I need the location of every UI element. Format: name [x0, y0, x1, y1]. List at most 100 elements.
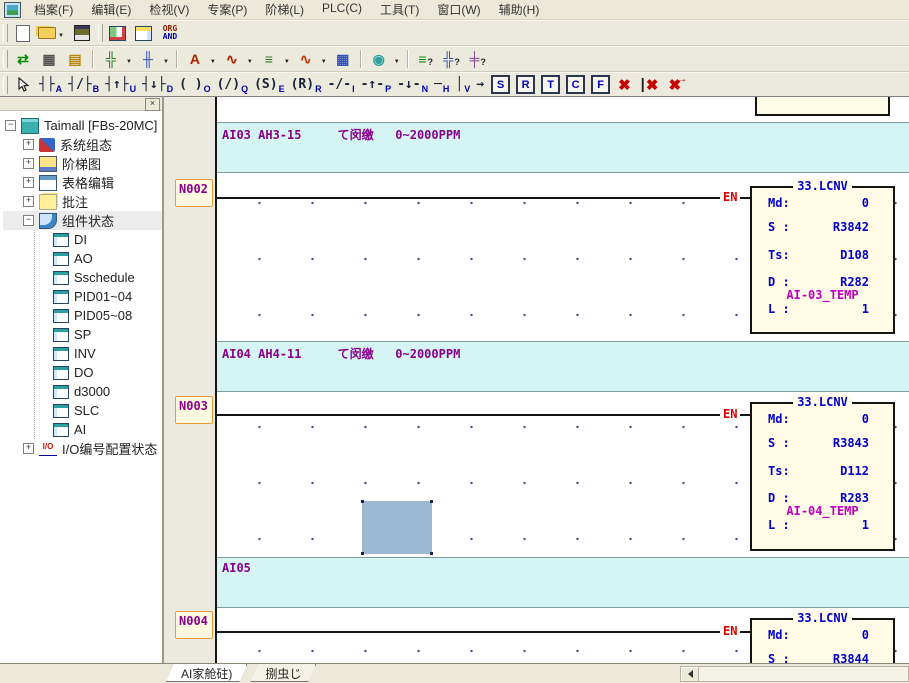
comment-row-ai04[interactable]: AI04 AH4-11 て闵缴 0~2000PPM [215, 341, 909, 392]
ladder-element-button[interactable]: -↓-N [394, 74, 431, 96]
ladder-element-button[interactable]: ─H [431, 74, 452, 96]
ladder-element-button[interactable]: -/-I [325, 74, 358, 96]
new-file-button[interactable] [10, 22, 36, 44]
ladder-element-button[interactable]: (S)E [251, 74, 288, 96]
toolbar-grip[interactable] [3, 50, 8, 68]
ladder-element-button[interactable]: ( )O [176, 74, 214, 96]
status-table-button[interactable]: ▦ [330, 48, 356, 70]
status-page-button[interactable]: ∿ [219, 48, 245, 70]
param-value[interactable]: R3843 [833, 436, 869, 450]
rom-pack-button[interactable]: ▦ [36, 48, 62, 70]
menu-item[interactable]: 辅助(H) [490, 0, 549, 20]
status-table-item[interactable]: PID05~08 [35, 306, 162, 325]
dropdown-arrow-icon[interactable]: ▼ [394, 59, 400, 65]
save-button[interactable] [69, 22, 95, 44]
dropdown-arrow-icon[interactable]: ▼ [163, 59, 169, 65]
function-letter-button[interactable]: C [566, 75, 585, 94]
status-table-item[interactable]: DO [35, 363, 162, 382]
ladder-view-button[interactable]: ╫ [135, 48, 161, 70]
status-table-item[interactable]: AI [35, 420, 162, 439]
io-convert-button[interactable]: ⇄ [10, 48, 36, 70]
dropdown-arrow-icon[interactable]: ▼ [58, 33, 64, 39]
ladder-element-button[interactable]: ┤├A [36, 74, 65, 96]
ladder-element-button[interactable]: ┤↓├D [139, 74, 176, 96]
ladder-element-button[interactable]: (/)Q [214, 74, 252, 96]
function-block-lcnv-2[interactable]: 33.LCNV Md:0 S :R3843 Ts:D112 D :R283 AI… [750, 402, 895, 551]
enable-list-button[interactable]: ≡ [256, 48, 282, 70]
network-label-n003[interactable]: N003 [175, 396, 213, 424]
tree-root[interactable]: − Taimall [FBs-20MC] [3, 116, 162, 135]
function-letter-button[interactable]: T [541, 75, 560, 94]
comment-row-ai03[interactable]: AI03 AH3-15 て闵缴 0~2000PPM [215, 122, 909, 173]
ladder-element-button[interactable]: (R)R [288, 74, 325, 96]
project-tree-button[interactable]: ╬ [98, 48, 124, 70]
menu-item[interactable]: PLC(C) [313, 0, 371, 20]
query-contact-status-button[interactable]: ╪? [465, 48, 491, 70]
expand-toggle[interactable]: + [23, 177, 34, 188]
status-table-item[interactable]: Sschedule [35, 268, 162, 287]
status-table-item[interactable]: PID01~04 [35, 287, 162, 306]
ladder-element-button[interactable]: → [473, 74, 488, 96]
collapse-toggle[interactable]: − [5, 120, 16, 131]
panel-header[interactable]: × [0, 97, 162, 111]
tree-item-table-edit[interactable]: + 表格编辑 [3, 173, 162, 192]
param-value[interactable]: R3844 [833, 652, 869, 663]
dropdown-arrow-icon[interactable]: ▼ [321, 59, 327, 65]
ladder-element-button[interactable]: -↑-P [358, 74, 395, 96]
expand-toggle[interactable]: + [23, 196, 34, 207]
monitoring-button[interactable]: ◉ [366, 48, 392, 70]
status-table-item[interactable]: SLC [35, 401, 162, 420]
tree-item-component-status[interactable]: − 组件状态 [3, 211, 162, 230]
param-value[interactable]: 0 [862, 628, 869, 642]
expand-toggle[interactable]: + [23, 158, 34, 169]
network-label-n004[interactable]: N004 [175, 611, 213, 639]
toolbar-grip[interactable] [3, 24, 8, 42]
menu-item[interactable]: 检视(V) [140, 0, 198, 20]
menu-item[interactable]: 档案(F) [25, 0, 82, 20]
instruction-mode-button[interactable]: ORGAND [157, 22, 183, 44]
delete-element-button[interactable]: ✖ [618, 76, 631, 94]
partial-function-block[interactable] [755, 96, 890, 116]
function-block-lcnv-1[interactable]: 33.LCNV Md:0 S :R3842 Ts:D108 D :R282 AI… [750, 186, 895, 334]
function-letter-button[interactable]: S [491, 75, 510, 94]
param-value[interactable]: D108 [840, 248, 869, 262]
collapse-toggle[interactable]: − [23, 215, 34, 226]
param-value[interactable]: 1 [862, 302, 869, 316]
ladder-canvas[interactable]: AI03 AH3-15 て闵缴 0~2000PPM AI04 AH4-11 て闵… [215, 96, 909, 663]
function-letter-button[interactable]: R [516, 75, 535, 94]
delete-row-button[interactable]: ✖→ [668, 76, 687, 94]
tree-item-io-config-status[interactable]: + I/O I/O编号配置状态 [3, 439, 162, 458]
param-value[interactable]: D112 [840, 464, 869, 478]
tab-main-unit[interactable]: AI家舱砫) [166, 664, 247, 682]
ladder-element-button[interactable]: ┤↑├U [102, 74, 139, 96]
function-letter-button[interactable]: F [591, 75, 610, 94]
toolbar-grip[interactable] [98, 24, 103, 42]
param-value[interactable]: 0 [862, 412, 869, 426]
dropdown-arrow-icon[interactable]: ▼ [284, 59, 290, 65]
status-table-item[interactable]: AO [35, 249, 162, 268]
param-value[interactable]: 0 [862, 196, 869, 210]
ladder-table-button[interactable] [131, 22, 157, 44]
reference-button[interactable]: ▤ [62, 48, 88, 70]
dropdown-arrow-icon[interactable]: ▼ [247, 59, 253, 65]
param-value[interactable]: 1 [862, 518, 869, 532]
query-list-status-button[interactable]: ≡? [413, 48, 439, 70]
expand-toggle[interactable]: + [23, 139, 34, 150]
ladder-element-button[interactable]: │V [452, 74, 473, 96]
menu-item[interactable]: 窗口(W) [428, 0, 489, 20]
select-cursor-button[interactable] [10, 74, 36, 96]
status-table-item[interactable]: d3000 [35, 382, 162, 401]
expand-toggle[interactable]: + [23, 443, 34, 454]
status-table-item[interactable]: SP [35, 325, 162, 344]
param-value[interactable]: R282 [840, 275, 869, 289]
tab-sub-unit[interactable]: 捌虫じ [250, 664, 316, 682]
param-value[interactable]: R3842 [833, 220, 869, 234]
param-value[interactable]: R283 [840, 491, 869, 505]
function-block-lcnv-3[interactable]: 33.LCNV Md:0 S :R3844 [750, 618, 895, 663]
query-network-status-button[interactable]: ╬? [439, 48, 465, 70]
open-file-button[interactable]: ▼ [36, 22, 69, 44]
status-table-item[interactable]: INV [35, 344, 162, 363]
dropdown-arrow-icon[interactable]: ▼ [126, 59, 132, 65]
menu-item[interactable]: 阶梯(L) [256, 0, 313, 20]
network-label-n002[interactable]: N002 [175, 179, 213, 207]
